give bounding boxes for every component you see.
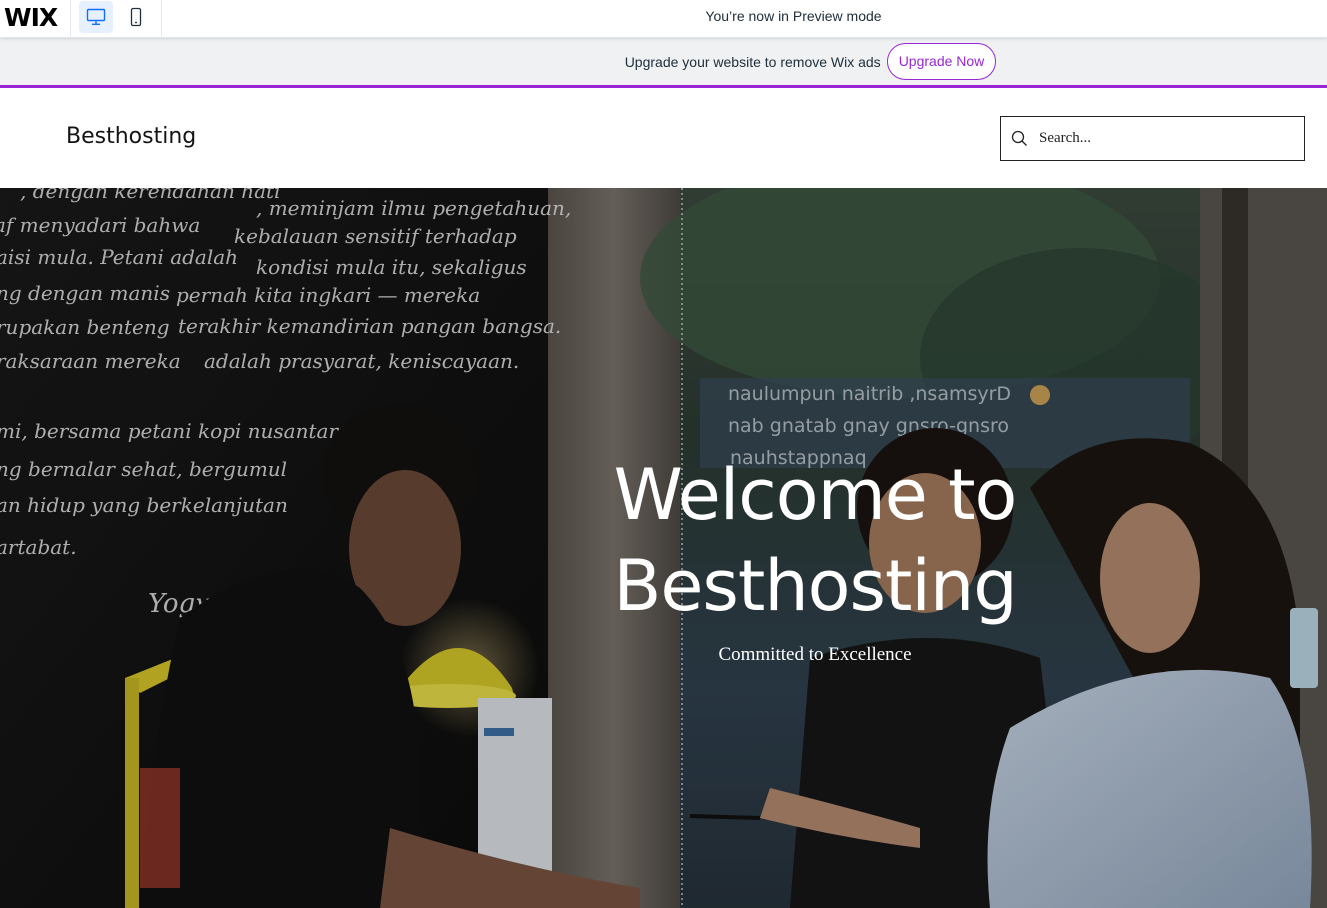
search-icon[interactable] (1011, 130, 1028, 147)
wix-preview-bar: WIX You’re now in Preview mode (0, 0, 1327, 38)
site-title[interactable]: Besthosting (66, 124, 196, 149)
search-box[interactable] (1000, 116, 1305, 161)
hero-section: , dengan kerendahan hati , meminjam ilmu… (0, 188, 1327, 908)
hero-title: Welcome to Besthosting (570, 450, 1060, 632)
site-header: Besthosting (0, 88, 1327, 188)
preview-mode-message: You’re now in Preview mode (705, 8, 882, 24)
hero-title-line: Welcome to (613, 454, 1018, 536)
upgrade-banner: Upgrade your website to remove Wix ads U… (0, 38, 1327, 88)
upgrade-message: Upgrade your website to remove Wix ads (624, 53, 881, 70)
hero-title-line: Besthosting (613, 545, 1017, 627)
search-input[interactable] (1039, 117, 1294, 160)
upgrade-now-button[interactable]: Upgrade Now (886, 43, 997, 80)
hero-subtitle: Committed to Excellence (718, 644, 912, 665)
